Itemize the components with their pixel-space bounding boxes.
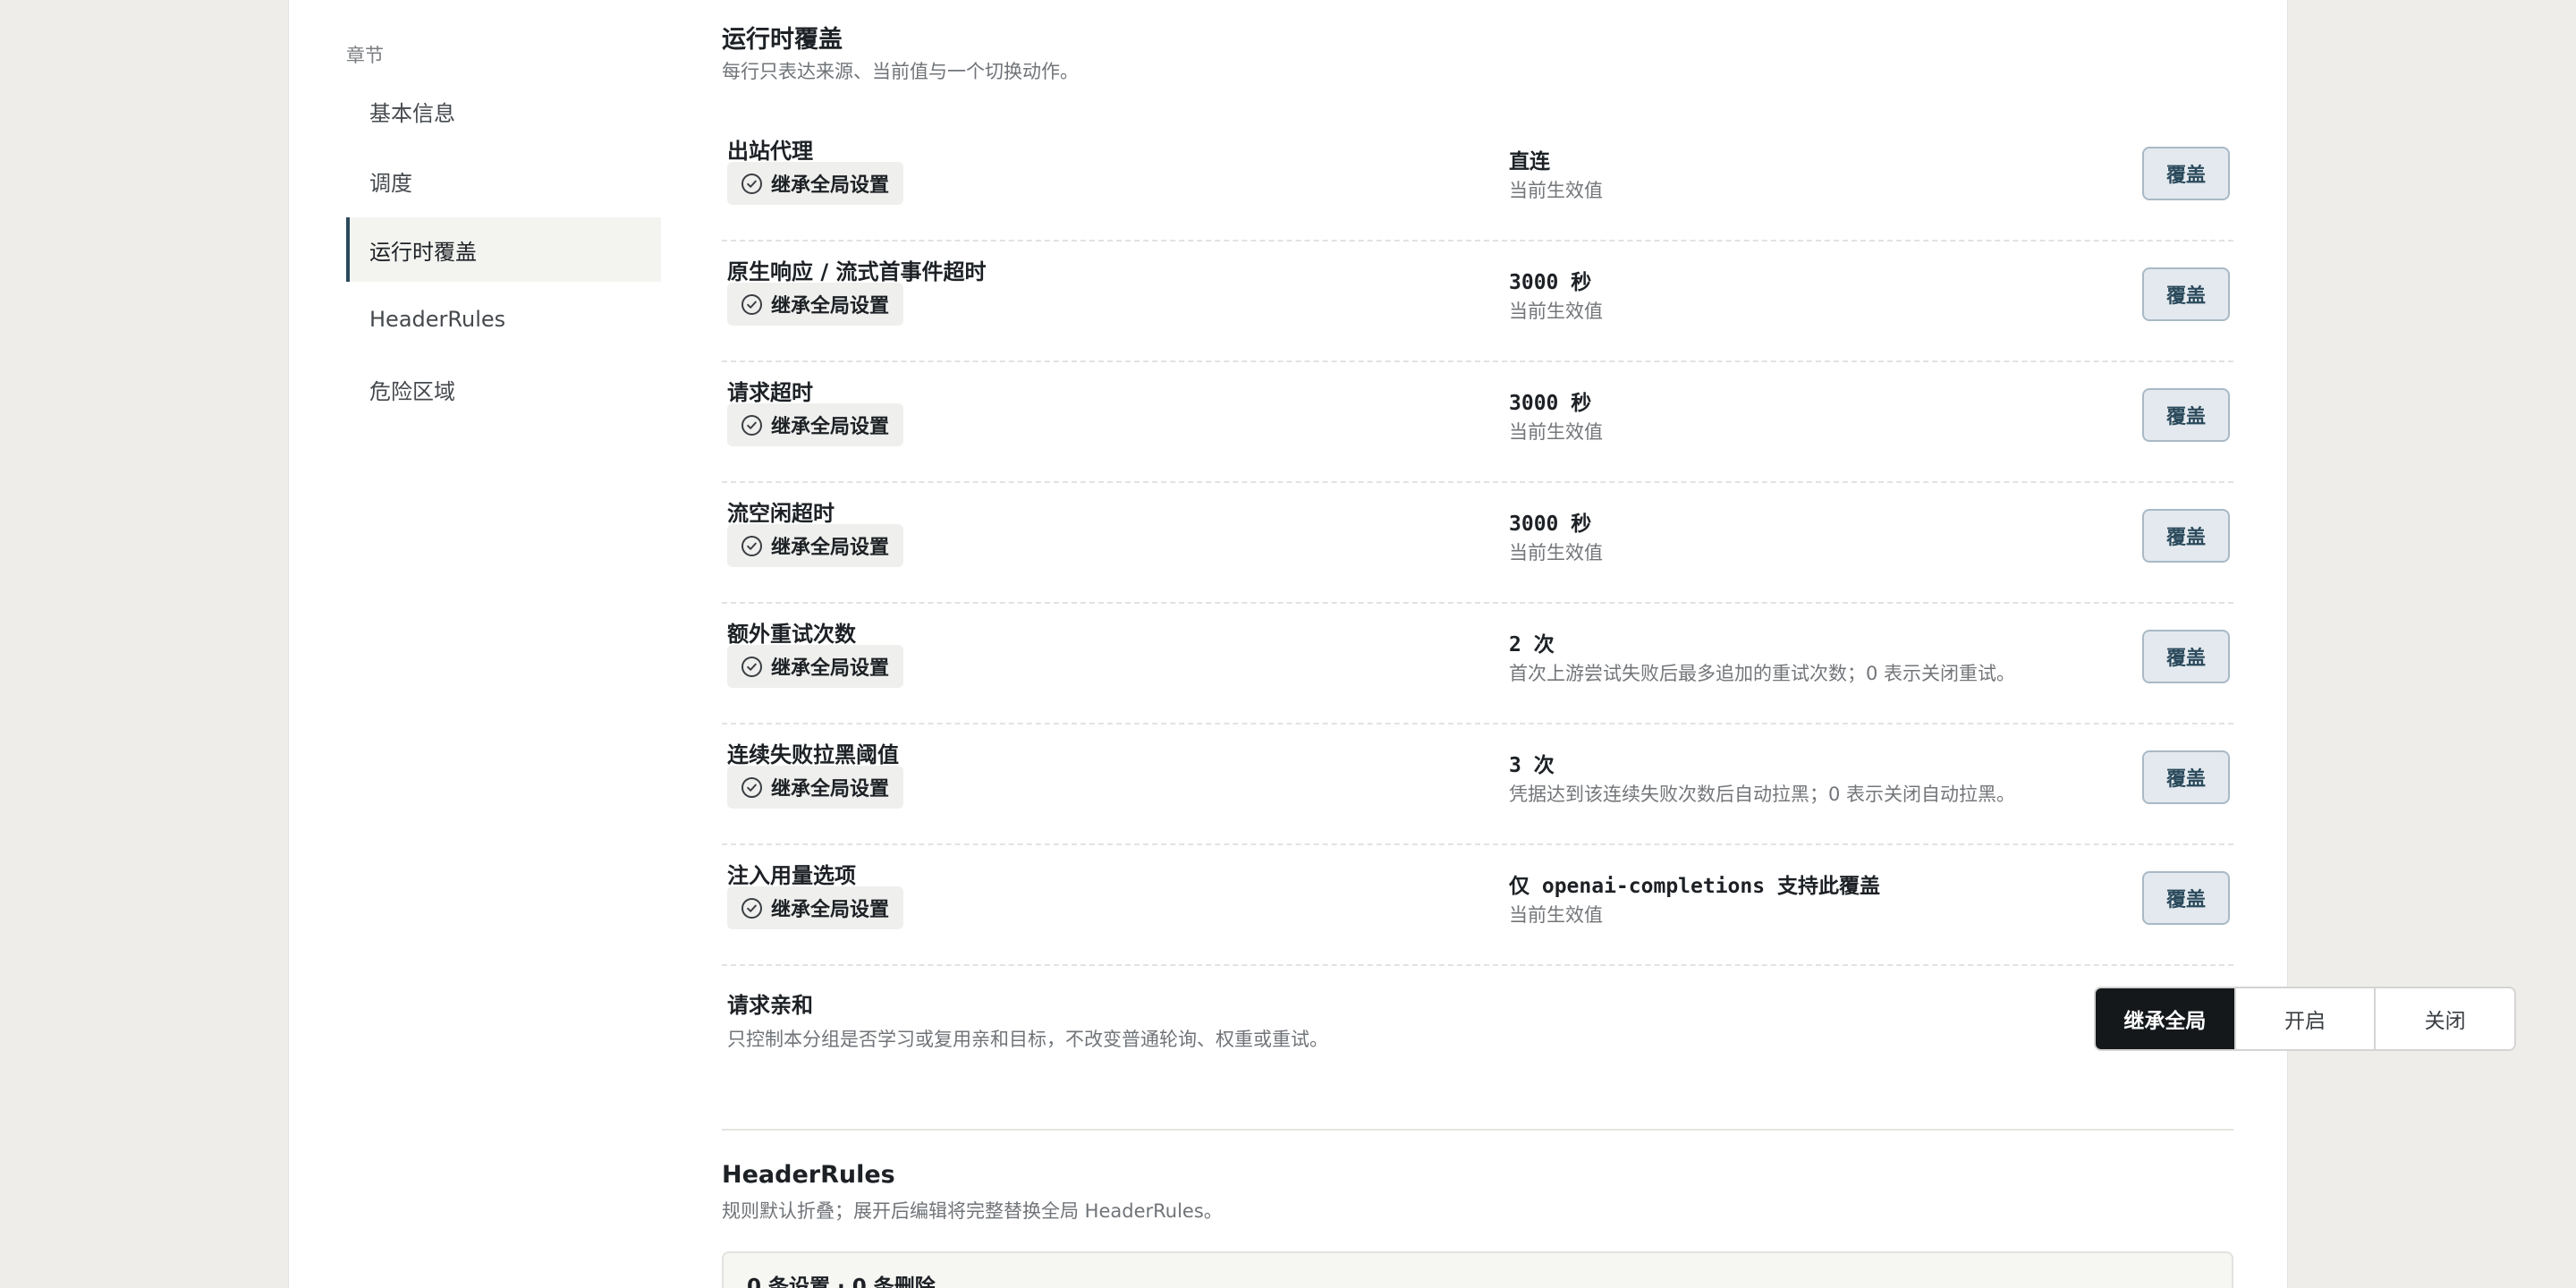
check-circle-icon bbox=[741, 776, 762, 798]
override-row: 出站代理 继承全局设置 直连 当前生效值 覆盖 bbox=[722, 121, 2233, 242]
override-row-label: 原生响应 / 流式首事件超时 bbox=[727, 259, 987, 284]
sidebar-item-label: 基本信息 bbox=[369, 100, 455, 126]
inherit-global-label: 继承全局设置 bbox=[771, 174, 890, 197]
override-row: 流空闲超时 继承全局设置 3000 秒 当前生效值 覆盖 bbox=[722, 483, 2233, 604]
sidebar-item-basic-info[interactable]: 基本信息 bbox=[346, 79, 661, 143]
effective-value-note: 当前生效值 bbox=[1509, 180, 1603, 201]
override-row-label: 注入用量选项 bbox=[727, 863, 856, 888]
section-divider bbox=[722, 1129, 2233, 1131]
override-button[interactable]: 覆盖 bbox=[2142, 750, 2230, 804]
inherit-global-label: 继承全局设置 bbox=[771, 295, 890, 318]
override-row: 连续失败拉黑阈值 继承全局设置 3 次 凭据达到该连续失败次数后自动拉黑；0 表… bbox=[722, 724, 2233, 845]
check-circle-icon bbox=[741, 535, 762, 556]
effective-value-note: 当前生效值 bbox=[1509, 421, 1603, 443]
override-button[interactable]: 覆盖 bbox=[2142, 388, 2230, 442]
override-row-label: 出站代理 bbox=[727, 139, 813, 164]
override-button[interactable]: 覆盖 bbox=[2142, 630, 2230, 683]
header-rules-description: 规则默认折叠；展开后编辑将完整替换全局 HeaderRules。 bbox=[722, 1200, 1223, 1222]
section-nav-heading: 章节 bbox=[346, 45, 384, 66]
settings-card: 章节 基本信息 调度 运行时覆盖 HeaderRules 危险区域 运行时覆盖 … bbox=[288, 0, 2516, 1288]
effective-value: 3000 秒 bbox=[1509, 271, 1592, 294]
effective-value-note: 当前生效值 bbox=[1509, 542, 1603, 564]
override-row-label: 流空闲超时 bbox=[727, 501, 835, 526]
sidebar-item-label: HeaderRules bbox=[369, 307, 506, 332]
effective-value: 仅 openai-completions 支持此覆盖 bbox=[1509, 875, 1880, 898]
effective-value: 3000 秒 bbox=[1509, 392, 1592, 415]
check-circle-icon bbox=[741, 897, 762, 919]
sidebar-item-label: 危险区域 bbox=[369, 378, 455, 404]
inherit-global-label: 继承全局设置 bbox=[771, 657, 890, 680]
effective-value-note: 当前生效值 bbox=[1509, 301, 1603, 322]
override-button[interactable]: 覆盖 bbox=[2142, 509, 2230, 563]
check-circle-icon bbox=[741, 414, 762, 436]
inherit-global-badge: 继承全局设置 bbox=[727, 645, 904, 688]
runtime-section-title: 运行时覆盖 bbox=[722, 26, 843, 54]
inherit-global-badge: 继承全局设置 bbox=[727, 886, 904, 929]
override-row-label: 额外重试次数 bbox=[727, 622, 856, 647]
check-circle-icon bbox=[741, 656, 762, 677]
inherit-global-badge: 继承全局设置 bbox=[727, 283, 904, 326]
inherit-global-badge: 继承全局设置 bbox=[727, 766, 904, 809]
header-rules-title: HeaderRules bbox=[722, 1161, 895, 1189]
override-button[interactable]: 覆盖 bbox=[2142, 871, 2230, 925]
sidebar-item-header-rules[interactable]: HeaderRules bbox=[346, 287, 661, 352]
effective-value-note: 当前生效值 bbox=[1509, 904, 1603, 926]
inherit-global-label: 继承全局设置 bbox=[771, 899, 890, 921]
affinity-label: 请求亲和 bbox=[727, 993, 813, 1018]
override-row: 注入用量选项 继承全局设置 仅 openai-completions 支持此覆盖… bbox=[722, 845, 2233, 966]
inherit-global-badge: 继承全局设置 bbox=[727, 524, 904, 567]
affinity-description: 只控制本分组是否学习或复用亲和目标，不改变普通轮询、权重或重试。 bbox=[727, 1029, 1328, 1050]
runtime-section-description: 每行只表达来源、当前值与一个切换动作。 bbox=[722, 61, 1079, 82]
sidebar-item-label: 调度 bbox=[369, 170, 412, 196]
effective-value: 3 次 bbox=[1509, 754, 1555, 777]
override-row-label: 连续失败拉黑阈值 bbox=[727, 742, 899, 767]
sidebar-item-scheduling[interactable]: 调度 bbox=[346, 148, 661, 213]
sidebar-item-runtime-overrides[interactable]: 运行时覆盖 bbox=[346, 217, 661, 282]
effective-value: 3000 秒 bbox=[1509, 513, 1592, 536]
override-button[interactable]: 覆盖 bbox=[2142, 267, 2230, 321]
inherit-global-badge: 继承全局设置 bbox=[727, 162, 904, 205]
override-row: 请求超时 继承全局设置 3000 秒 当前生效值 覆盖 bbox=[722, 362, 2233, 483]
inherit-global-label: 继承全局设置 bbox=[771, 537, 890, 559]
affinity-segmented-control: 继承全局 开启 关闭 bbox=[2094, 987, 2516, 1051]
inherit-global-label: 继承全局设置 bbox=[771, 778, 890, 801]
check-circle-icon bbox=[741, 173, 762, 194]
affinity-option-on[interactable]: 开启 bbox=[2235, 988, 2377, 1049]
sidebar-item-label: 运行时覆盖 bbox=[369, 239, 477, 265]
inherit-global-label: 继承全局设置 bbox=[771, 416, 890, 438]
inherit-global-badge: 继承全局设置 bbox=[727, 403, 904, 446]
effective-value-note: 凭据达到该连续失败次数后自动拉黑；0 表示关闭自动拉黑。 bbox=[1509, 784, 2016, 805]
effective-value: 2 次 bbox=[1509, 633, 1555, 657]
override-row: 额外重试次数 继承全局设置 2 次 首次上游尝试失败后最多追加的重试次数；0 表… bbox=[722, 604, 2233, 724]
override-button[interactable]: 覆盖 bbox=[2142, 147, 2230, 200]
sidebar-item-danger-zone[interactable]: 危险区域 bbox=[346, 357, 661, 421]
header-rules-summary: 0 条设置 · 0 条删除 bbox=[747, 1275, 936, 1288]
effective-value-note: 首次上游尝试失败后最多追加的重试次数；0 表示关闭重试。 bbox=[1509, 663, 2016, 684]
override-row-label: 请求超时 bbox=[727, 380, 813, 405]
header-rules-collapsed-panel[interactable]: 0 条设置 · 0 条删除 bbox=[722, 1251, 2233, 1288]
check-circle-icon bbox=[741, 293, 762, 315]
override-row: 原生响应 / 流式首事件超时 继承全局设置 3000 秒 当前生效值 覆盖 bbox=[722, 242, 2233, 362]
effective-value: 直连 bbox=[1509, 150, 1550, 174]
affinity-option-off[interactable]: 关闭 bbox=[2376, 988, 2514, 1049]
affinity-option-inherit[interactable]: 继承全局 bbox=[2096, 988, 2236, 1049]
